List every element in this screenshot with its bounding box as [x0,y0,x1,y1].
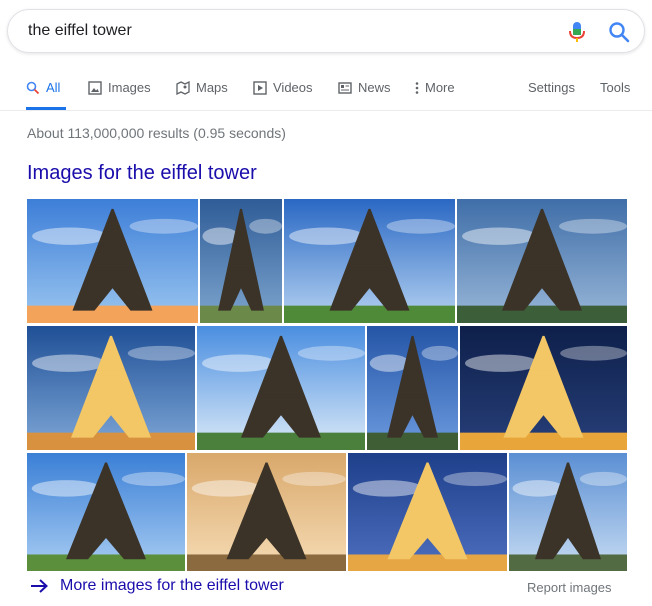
microphone-icon[interactable] [568,21,586,43]
tab-label: Maps [196,80,228,95]
eiffel-tower-thumbnail[interactable] [460,326,627,450]
tab-more[interactable]: More [414,80,455,110]
image-icon [88,81,102,95]
report-images-link[interactable]: Report images [527,580,612,595]
search-icon [26,81,40,95]
tab-maps[interactable]: Maps [176,80,228,110]
eiffel-tower-image [27,199,198,323]
tab-label: More [425,80,455,95]
eiffel-tower-image [460,326,627,450]
tools-link[interactable]: Tools [600,80,630,95]
more-images-link[interactable]: More images for the eiffel tower [30,577,284,595]
search-bar[interactable] [7,9,645,53]
tab-label: News [358,80,391,95]
eiffel-tower-image [367,326,458,450]
more-vert-icon [415,82,419,94]
result-stats: About 113,000,000 results (0.95 seconds) [27,125,286,141]
tab-label: Images [108,80,151,95]
eiffel-tower-thumbnail[interactable] [284,199,455,323]
eiffel-tower-image [197,326,365,450]
arrow-right-icon [31,579,48,593]
newspaper-icon [338,82,352,94]
eiffel-tower-thumbnail[interactable] [27,453,185,571]
tab-news[interactable]: News [338,80,391,110]
eiffel-tower-thumbnail[interactable] [509,453,627,571]
search-input[interactable] [28,22,528,40]
search-icon[interactable] [608,21,630,43]
tab-images[interactable]: Images [88,80,151,110]
eiffel-tower-thumbnail[interactable] [27,199,198,323]
eiffel-tower-thumbnail[interactable] [197,326,365,450]
eiffel-tower-image [509,453,627,571]
eiffel-tower-thumbnail[interactable] [367,326,458,450]
eiffel-tower-image [27,453,185,571]
eiffel-tower-thumbnail[interactable] [200,199,282,323]
map-pin-icon [176,81,190,95]
eiffel-tower-thumbnail[interactable] [187,453,346,571]
tab-label: All [46,80,61,95]
more-images-label: More images for the eiffel tower [60,577,284,594]
search-tabs: All Images Maps Videos News More Setting… [0,72,652,111]
tab-label: Videos [273,80,313,95]
eiffel-tower-image [187,453,346,571]
eiffel-tower-thumbnail[interactable] [27,326,195,450]
eiffel-tower-thumbnail[interactable] [348,453,507,571]
play-icon [253,81,267,95]
eiffel-tower-image [457,199,627,323]
settings-link[interactable]: Settings [528,80,575,95]
tab-videos[interactable]: Videos [253,80,313,110]
tab-all[interactable]: All [26,80,66,110]
eiffel-tower-image [348,453,507,571]
eiffel-tower-image [27,326,195,450]
eiffel-tower-thumbnail[interactable] [457,199,627,323]
eiffel-tower-image [284,199,455,323]
eiffel-tower-image [200,199,282,323]
images-section-title[interactable]: Images for the eiffel tower [27,162,257,185]
